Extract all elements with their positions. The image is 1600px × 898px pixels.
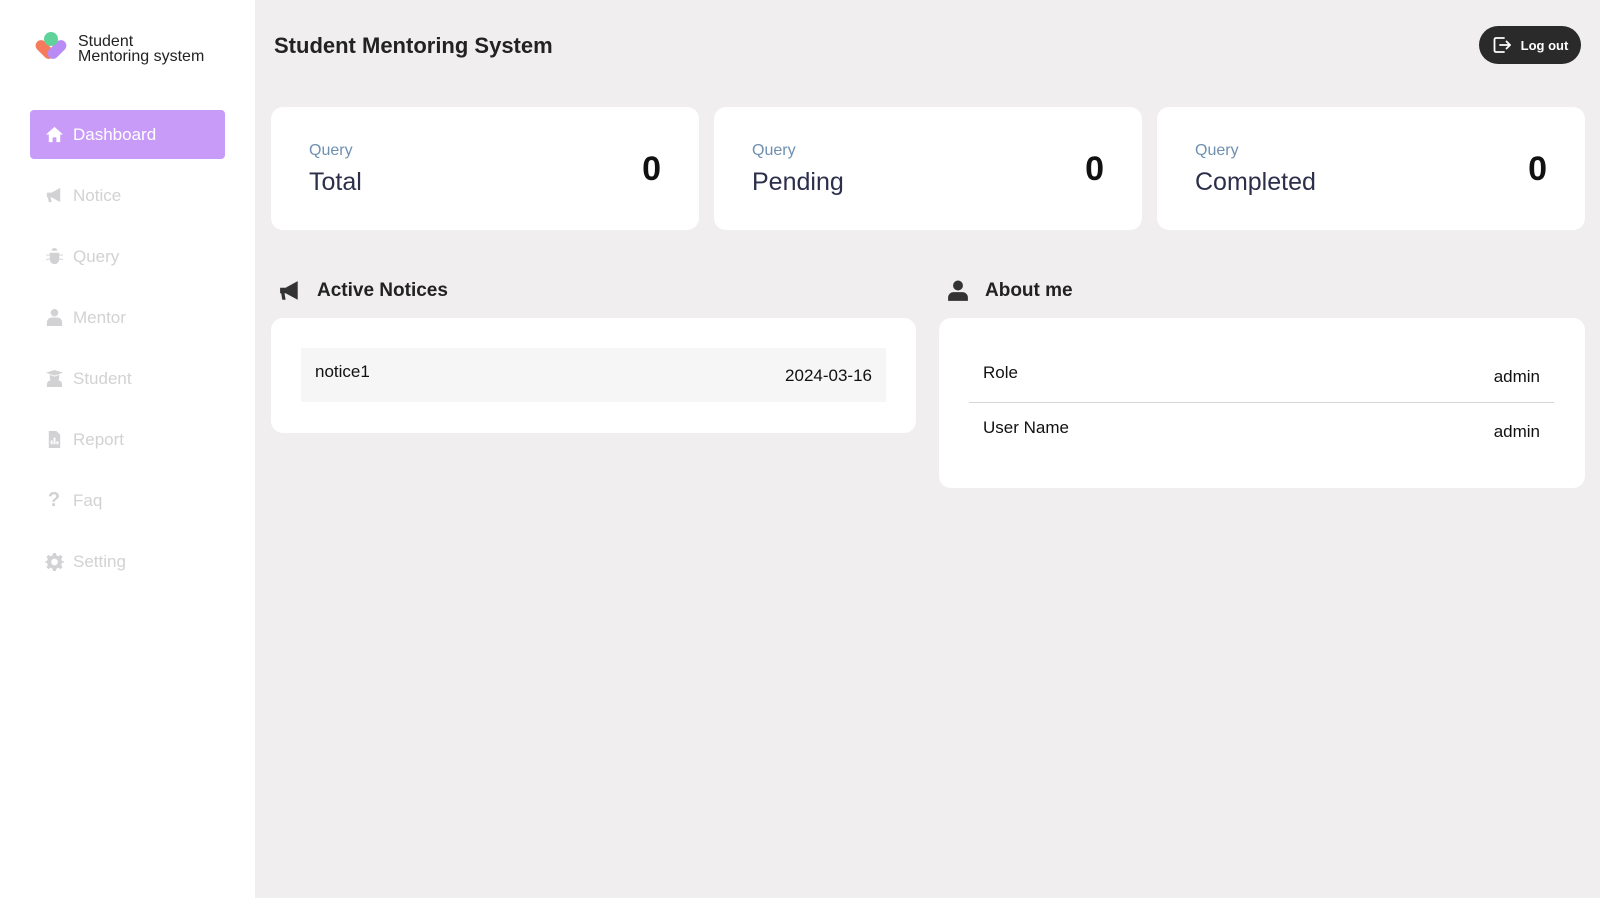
sidebar: Student Mentoring system Dashboard Notic… (0, 0, 255, 898)
megaphone-icon (44, 186, 64, 206)
active-notices-heading: Active Notices (279, 280, 448, 302)
bug-icon (44, 247, 64, 267)
stat-caption: Query (752, 142, 796, 159)
logo-mark-icon (35, 32, 67, 59)
about-value: admin (1493, 367, 1540, 386)
sidebar-item-label: Student (73, 368, 132, 388)
sidebar-item-label: Notice (73, 185, 122, 205)
sidebar-item-label: Dashboard (73, 124, 157, 144)
sidebar-item-label: Faq (73, 490, 103, 510)
stat-value: 0 (1085, 150, 1104, 188)
logo-text: Student Mentoring system (78, 33, 205, 65)
gear-icon (44, 552, 64, 572)
logout-icon (1493, 37, 1511, 53)
stat-value: 0 (1528, 150, 1547, 188)
logout-button[interactable]: Log out (1479, 26, 1581, 64)
sidebar-item-label: Mentor (73, 307, 126, 327)
question-icon: ? (47, 489, 61, 511)
sidebar-item-label: Query (73, 246, 120, 266)
about-row-role: Role admin (969, 348, 1554, 403)
about-row-username: User Name admin (969, 403, 1554, 458)
stat-card-pending: Query Pending 0 (714, 107, 1142, 230)
sidebar-item-mentor[interactable]: Mentor (30, 293, 225, 342)
stat-caption: Query (1195, 142, 1239, 159)
about-me-heading: About me (947, 280, 1073, 302)
notice-item[interactable]: notice1 2024-03-16 (301, 348, 886, 402)
user-tie-icon (44, 308, 64, 328)
stat-card-total: Query Total 0 (271, 107, 699, 230)
stat-label: Total (309, 168, 362, 196)
sidebar-item-student[interactable]: Student (30, 354, 225, 403)
user-icon (948, 280, 968, 301)
logo-line-1: Student (78, 33, 134, 50)
sidebar-item-report[interactable]: Report (30, 415, 225, 464)
app-logo[interactable]: Student Mentoring system (32, 30, 204, 68)
logo-line-2: Mentoring system (78, 48, 205, 65)
report-icon (44, 430, 64, 450)
stat-label: Completed (1195, 168, 1316, 196)
section-title: Active Notices (317, 280, 448, 301)
sidebar-nav: Dashboard Notice Query Mentor Student Re… (30, 110, 225, 598)
stat-caption: Query (309, 142, 353, 159)
sidebar-item-setting[interactable]: Setting (30, 537, 225, 586)
notice-date: 2024-03-16 (785, 366, 872, 385)
about-value: admin (1493, 422, 1540, 441)
about-panel: Role admin User Name admin (939, 318, 1585, 488)
section-title: About me (985, 280, 1073, 301)
about-key: User Name (983, 418, 1069, 437)
stat-card-completed: Query Completed 0 (1157, 107, 1585, 230)
notice-title: notice1 (315, 362, 370, 381)
about-key: Role (983, 363, 1018, 382)
sidebar-item-notice[interactable]: Notice (30, 171, 225, 220)
sidebar-item-query[interactable]: Query (30, 232, 225, 281)
stat-value: 0 (642, 150, 661, 188)
logout-label: Log out (1520, 37, 1569, 53)
page-title: Student Mentoring System (274, 33, 553, 58)
home-icon (44, 125, 64, 145)
sidebar-item-faq[interactable]: ? Faq (30, 476, 225, 525)
graduate-icon (44, 369, 64, 389)
megaphone-icon (280, 281, 298, 300)
sidebar-item-label: Report (73, 429, 125, 449)
sidebar-item-label: Setting (73, 551, 126, 571)
sidebar-item-dashboard[interactable]: Dashboard (30, 110, 225, 159)
notices-panel: notice1 2024-03-16 (271, 318, 916, 433)
stat-label: Pending (752, 168, 844, 196)
